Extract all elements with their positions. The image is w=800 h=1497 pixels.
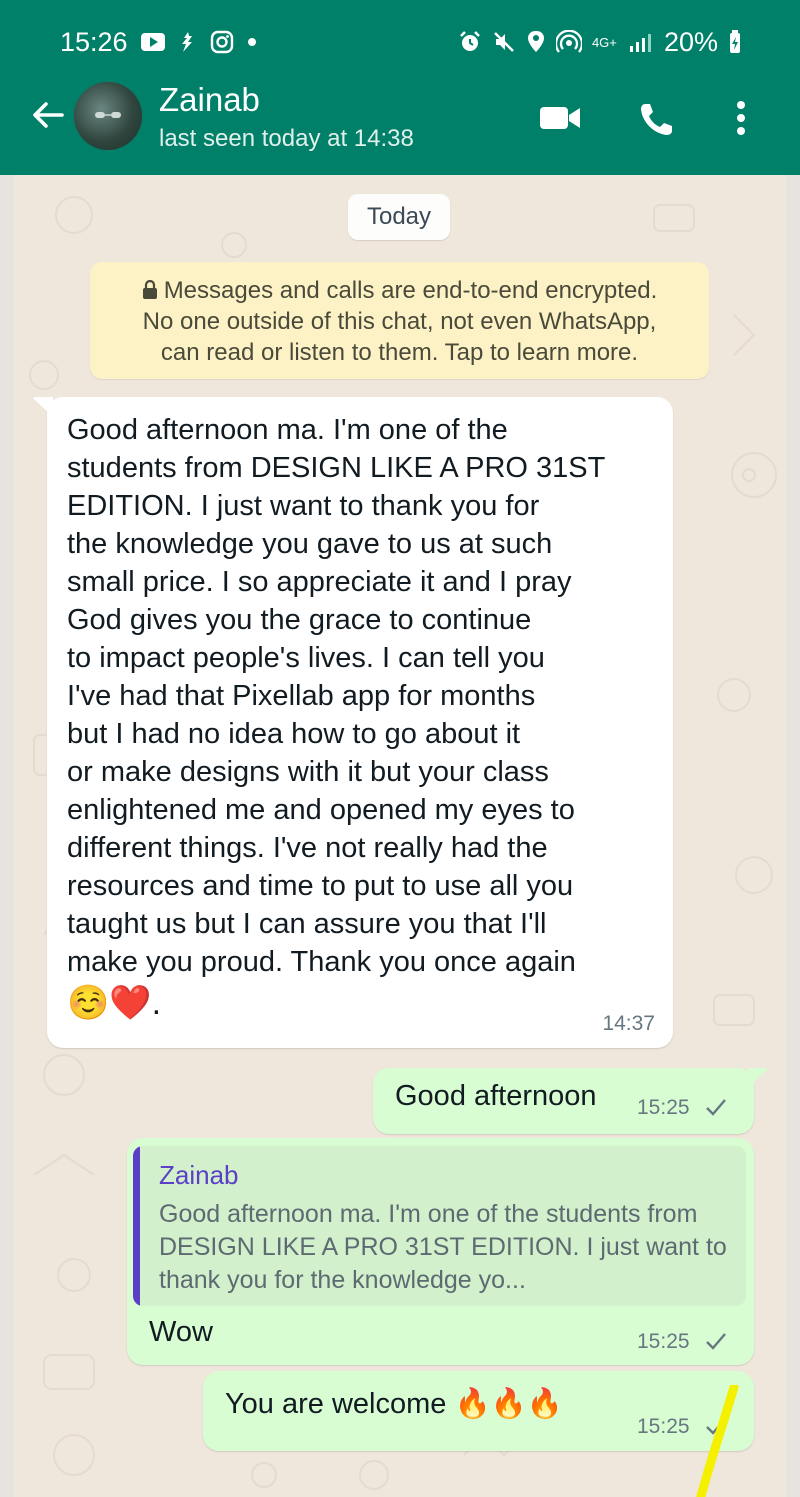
contact-name[interactable]: Zainab [159,81,260,119]
sent-check-icon [706,1333,726,1350]
bubble-tail [748,1068,768,1088]
message-text: Good afternoon ma. I'm one of the studen… [67,414,606,978]
hotspot-icon [555,30,582,53]
bubble-tail [33,397,53,417]
message-text: You are welcome 🔥🔥🔥 [225,1388,563,1420]
status-bar: 15:26 4G+ 20% [0,20,800,64]
quoted-text: Good afternoon ma. I'm one of the studen… [159,1200,727,1294]
status-time: 15:26 [60,26,128,57]
message-time: 15:25 [637,1415,690,1438]
outgoing-message[interactable]: You are welcome 🔥🔥🔥 15:25 [203,1371,754,1451]
alarm-icon [460,31,480,51]
quoted-sender: Zainab [159,1160,239,1190]
battery-charging-icon [730,30,740,53]
youtube-icon [141,33,165,51]
message-time: 14:37 [602,1012,655,1035]
outgoing-message[interactable]: Good afternoon 15:25 [373,1068,768,1134]
sent-check-icon [706,1099,726,1116]
quote-accent-bar [133,1146,140,1306]
notification-icons [140,30,258,54]
yellow-highlight-stroke [696,1385,739,1497]
chat-area[interactable]: Today Messages and calls are end-to-end … [14,175,786,1497]
incoming-message[interactable]: Good afternoon ma. I'm one of the studen… [33,397,673,1048]
app-header: 15:26 4G+ 20% Zainab last seen today at … [0,0,800,175]
last-seen-status: last seen today at 14:38 [159,125,414,152]
battery-percent: 20% [663,26,718,57]
video-call-icon[interactable] [539,103,581,133]
encryption-line-2: No one outside of this chat, not even Wh… [142,308,657,335]
avatar[interactable] [74,82,142,150]
encryption-line-3: can read or listen to them. Tap to learn… [160,339,639,366]
message-emoji: ☺️❤️. [67,984,162,1022]
date-chip: Today [348,194,450,240]
mute-icon [494,32,514,52]
location-icon [527,31,544,52]
encryption-line-1: Messages and calls are end-to-end encryp… [163,277,658,304]
system-icons: 4G+ 20% [458,27,742,58]
dot-icon [248,38,256,46]
more-options-icon[interactable] [734,100,748,140]
message-time: 15:25 [637,1330,690,1353]
instagram-icon [210,30,234,54]
phone-call-icon[interactable] [639,101,675,137]
back-arrow-icon[interactable] [28,95,68,135]
chat-header: Zainab last seen today at 14:38 [0,75,800,170]
message-time: 15:25 [637,1096,690,1119]
quoted-message[interactable]: Zainab Good afternoon ma. I'm one of the… [133,1146,746,1306]
signal-icon [629,34,651,52]
encryption-notice[interactable]: Messages and calls are end-to-end encryp… [90,262,709,379]
lock-icon [142,279,157,299]
outgoing-reply-message[interactable]: Zainab Good afternoon ma. I'm one of the… [127,1138,754,1365]
encryption-notice-line: Messages and calls are end-to-end encryp… [90,275,709,306]
message-text: Wow [149,1316,213,1348]
app-notification-icon [182,32,192,52]
message-text: Good afternoon [395,1080,597,1112]
avatar-sunglasses-icon [95,112,121,118]
network-type: 4G+ [591,34,617,50]
